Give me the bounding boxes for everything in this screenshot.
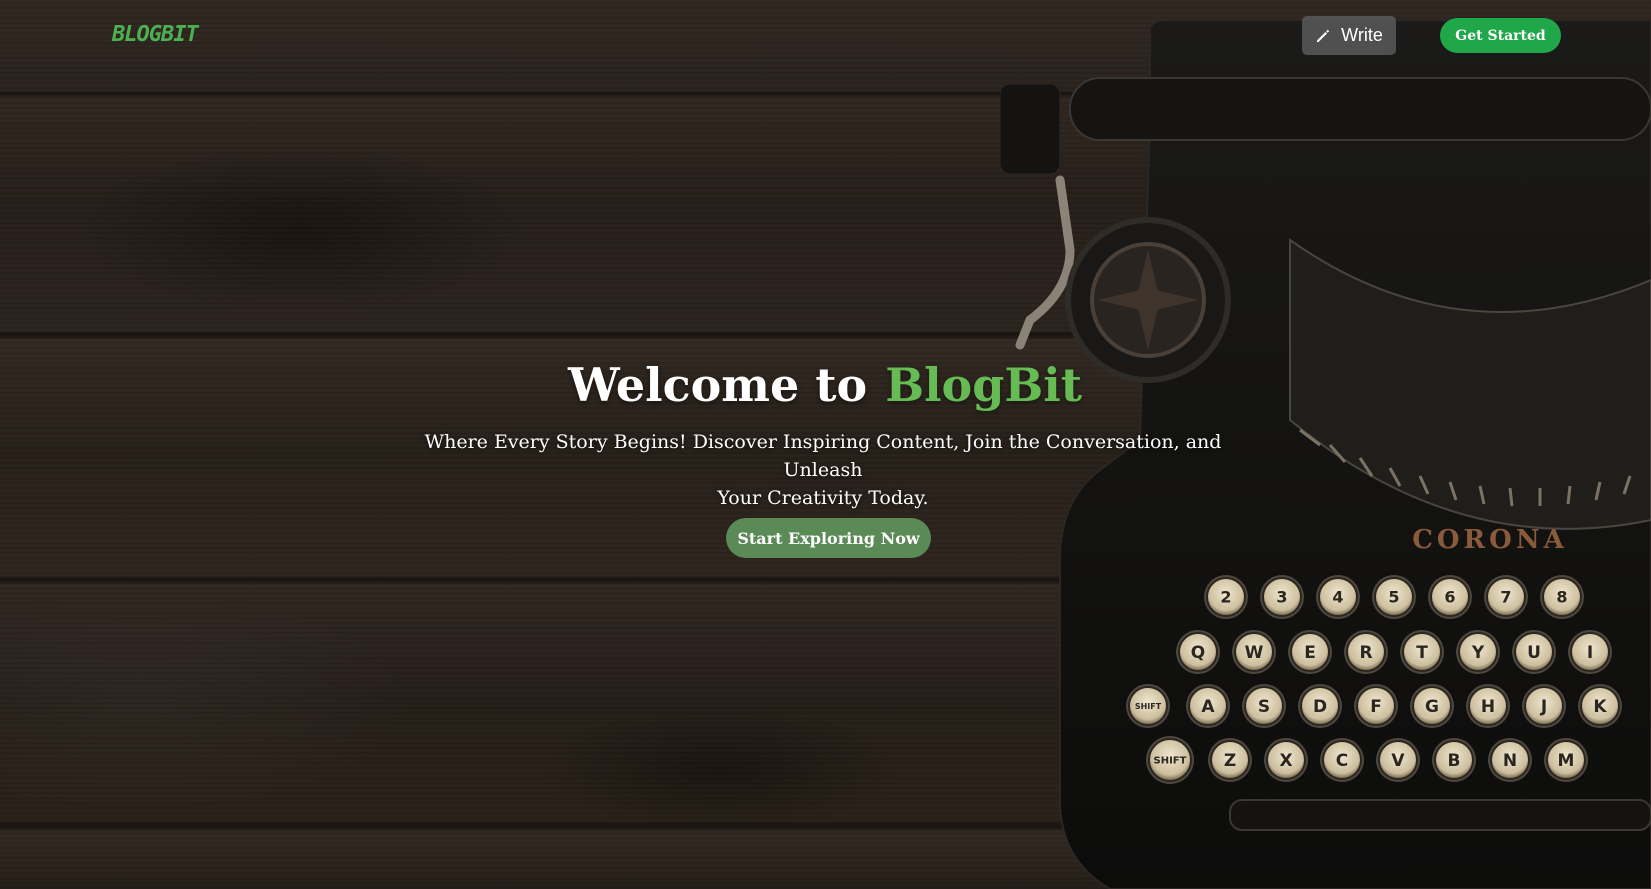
site-logo[interactable]: BLOGBIT (112, 22, 199, 47)
typewriter-key: 8 (1540, 575, 1584, 619)
typewriter-key: U (1512, 630, 1556, 674)
typewriter-key: 3 (1260, 575, 1304, 619)
svg-text:3: 3 (1276, 588, 1287, 607)
typewriter-key: S (1242, 684, 1286, 728)
svg-text:D: D (1313, 697, 1327, 717)
svg-text:Y: Y (1471, 643, 1485, 663)
svg-text:M: M (1558, 751, 1575, 771)
svg-text:SHIFT: SHIFT (1135, 702, 1162, 711)
get-started-button[interactable]: Get Started (1440, 18, 1561, 53)
typewriter-key: T (1400, 630, 1444, 674)
typewriter-key: D (1298, 684, 1342, 728)
svg-text:6: 6 (1444, 588, 1455, 607)
typewriter-key: J (1522, 684, 1566, 728)
hero-subtitle-line1: Where Every Story Begins! Discover Inspi… (424, 431, 1222, 481)
svg-text:V: V (1391, 751, 1405, 771)
pencil-icon (1317, 29, 1330, 42)
typewriter-key: 4 (1316, 575, 1360, 619)
hero-subtitle: Where Every Story Begins! Discover Inspi… (390, 428, 1256, 512)
typewriter-key: I (1568, 630, 1612, 674)
start-exploring-button[interactable]: Start Exploring Now (726, 518, 931, 558)
svg-text:K: K (1593, 697, 1607, 717)
typewriter-key: F (1354, 684, 1398, 728)
svg-text:N: N (1503, 751, 1517, 771)
typewriter-key: Y (1456, 630, 1500, 674)
typewriter-key: C (1320, 738, 1364, 782)
svg-text:B: B (1448, 751, 1461, 771)
svg-text:C: C (1336, 751, 1348, 771)
svg-text:5: 5 (1388, 588, 1399, 607)
typewriter-key: K (1578, 684, 1622, 728)
hero-title-brand: BlogBit (885, 358, 1083, 412)
svg-text:X: X (1279, 751, 1292, 771)
write-button-label: Write (1341, 25, 1383, 45)
svg-text:E: E (1304, 643, 1316, 663)
typewriter-key: M (1544, 738, 1588, 782)
svg-text:F: F (1370, 697, 1382, 717)
typewriter-key: 2 (1204, 575, 1248, 619)
typewriter-key: 5 (1372, 575, 1416, 619)
svg-text:T: T (1416, 643, 1428, 663)
svg-text:4: 4 (1332, 588, 1343, 607)
typewriter-key: A (1186, 684, 1230, 728)
typewriter-key-shift-lock: SHIFT (1126, 684, 1170, 728)
hero-title: Welcome to BlogBit (530, 358, 1120, 412)
typewriter-key: E (1288, 630, 1332, 674)
typewriter-key: Z (1208, 738, 1252, 782)
typewriter-key: B (1432, 738, 1476, 782)
typewriter-key: G (1410, 684, 1454, 728)
svg-text:SHIFT: SHIFT (1154, 756, 1187, 767)
typewriter-key: N (1488, 738, 1532, 782)
svg-text:7: 7 (1500, 588, 1511, 607)
typewriter-key: H (1466, 684, 1510, 728)
svg-text:8: 8 (1556, 588, 1567, 607)
svg-text:H: H (1481, 697, 1495, 717)
svg-text:Z: Z (1224, 751, 1236, 771)
typewriter-key-shift: SHIFT (1146, 736, 1194, 784)
svg-text:Q: Q (1191, 643, 1205, 663)
hero-section: CORONA 2 3 4 5 6 7 8 Q W E R T Y U I A S D F G H J K Z X C V B N M SHI… (0, 0, 1651, 889)
typewriter-key: W (1232, 630, 1276, 674)
svg-text:A: A (1201, 697, 1215, 717)
svg-text:G: G (1425, 697, 1439, 717)
typewriter-key: R (1344, 630, 1388, 674)
svg-text:S: S (1258, 697, 1270, 717)
typewriter-brand-plate: CORONA (1412, 525, 1568, 555)
typewriter-key: Q (1176, 630, 1220, 674)
typewriter-key: X (1264, 738, 1308, 782)
svg-text:2: 2 (1220, 588, 1231, 607)
typewriter-key: 7 (1484, 575, 1528, 619)
svg-text:J: J (1540, 697, 1547, 717)
svg-text:I: I (1587, 643, 1593, 663)
typewriter-key: 6 (1428, 575, 1472, 619)
svg-text:U: U (1527, 643, 1541, 663)
svg-text:W: W (1245, 643, 1264, 663)
svg-text:R: R (1359, 643, 1372, 663)
hero-title-prefix: Welcome to (567, 358, 868, 412)
hero-subtitle-line2: Your Creativity Today. (717, 487, 929, 509)
typewriter-key: V (1376, 738, 1420, 782)
write-button[interactable]: Write (1302, 16, 1396, 55)
